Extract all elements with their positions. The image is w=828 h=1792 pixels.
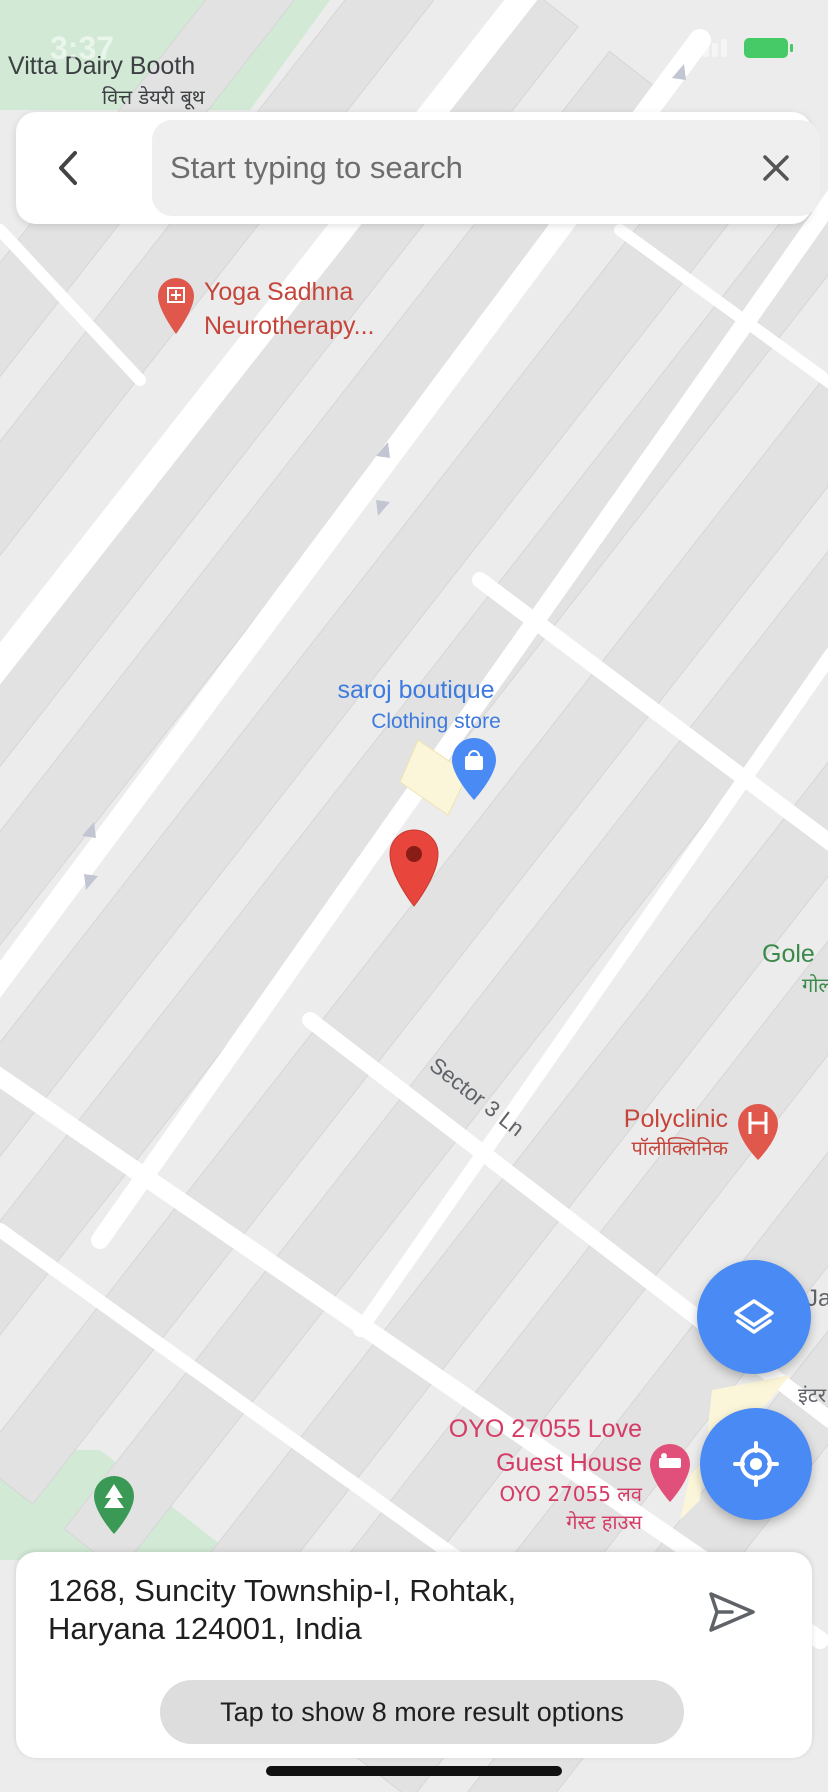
status-bar: 3:37 bbox=[0, 0, 828, 100]
my-location-icon bbox=[733, 1441, 779, 1487]
layers-icon bbox=[734, 1299, 774, 1334]
poi-label-polyclinic[interactable]: Polyclinic bbox=[624, 1105, 728, 1133]
clear-search-button[interactable] bbox=[754, 146, 798, 190]
status-icons bbox=[694, 38, 793, 58]
send-location-button[interactable] bbox=[702, 1582, 762, 1642]
result-address-line: 1268, Suncity Township-I, Rohtak, bbox=[48, 1573, 517, 1608]
search-field[interactable] bbox=[152, 120, 820, 216]
poi-label-gole[interactable]: Gole bbox=[762, 940, 815, 968]
poi-label-yoga-sadhna-line2: Neurotherapy... bbox=[204, 312, 374, 340]
back-button[interactable] bbox=[40, 140, 96, 196]
result-address-line: Haryana 124001, India bbox=[48, 1611, 362, 1646]
map-layers-button[interactable] bbox=[697, 1260, 811, 1374]
poi-label-yoga-sadhna[interactable]: Yoga Sadhna bbox=[204, 278, 353, 306]
result-card: 1268, Suncity Township-I, Rohtak, Haryan… bbox=[16, 1552, 812, 1758]
send-icon bbox=[709, 1592, 755, 1632]
signal-icon bbox=[694, 39, 734, 57]
poi-native-label-gole: गोल bbox=[802, 973, 828, 997]
poi-category-saroj-boutique: Clothing store bbox=[371, 710, 501, 733]
search-bar bbox=[16, 112, 820, 224]
search-input[interactable] bbox=[170, 120, 730, 216]
map-view[interactable]: Vitta Dairy Booth वित्त डेयरी बूथ Yoga S… bbox=[0, 0, 828, 1792]
poi-native-label-ja: इंटर bbox=[798, 1383, 827, 1407]
status-time: 3:37 bbox=[50, 30, 115, 66]
more-results-button[interactable]: Tap to show 8 more result options bbox=[160, 1680, 684, 1744]
battery-icon bbox=[744, 38, 793, 58]
chevron-left-icon bbox=[59, 151, 77, 185]
poi-label-oyo-line2: Guest House bbox=[496, 1449, 642, 1477]
close-icon bbox=[763, 155, 789, 181]
poi-native-label-oyo-line2: गेस्ट हाउस bbox=[566, 1510, 642, 1534]
home-indicator bbox=[266, 1766, 562, 1776]
poi-native-label-oyo: OYO 27055 लव bbox=[499, 1482, 642, 1506]
poi-label-oyo[interactable]: OYO 27055 Love bbox=[449, 1415, 642, 1443]
poi-label-saroj-boutique[interactable]: saroj boutique bbox=[337, 676, 494, 704]
poi-native-label-polyclinic: पॉलीक्लिनिक bbox=[631, 1136, 728, 1160]
my-location-button[interactable] bbox=[700, 1408, 812, 1520]
result-address[interactable]: 1268, Suncity Township-I, Rohtak, Haryan… bbox=[48, 1572, 668, 1648]
